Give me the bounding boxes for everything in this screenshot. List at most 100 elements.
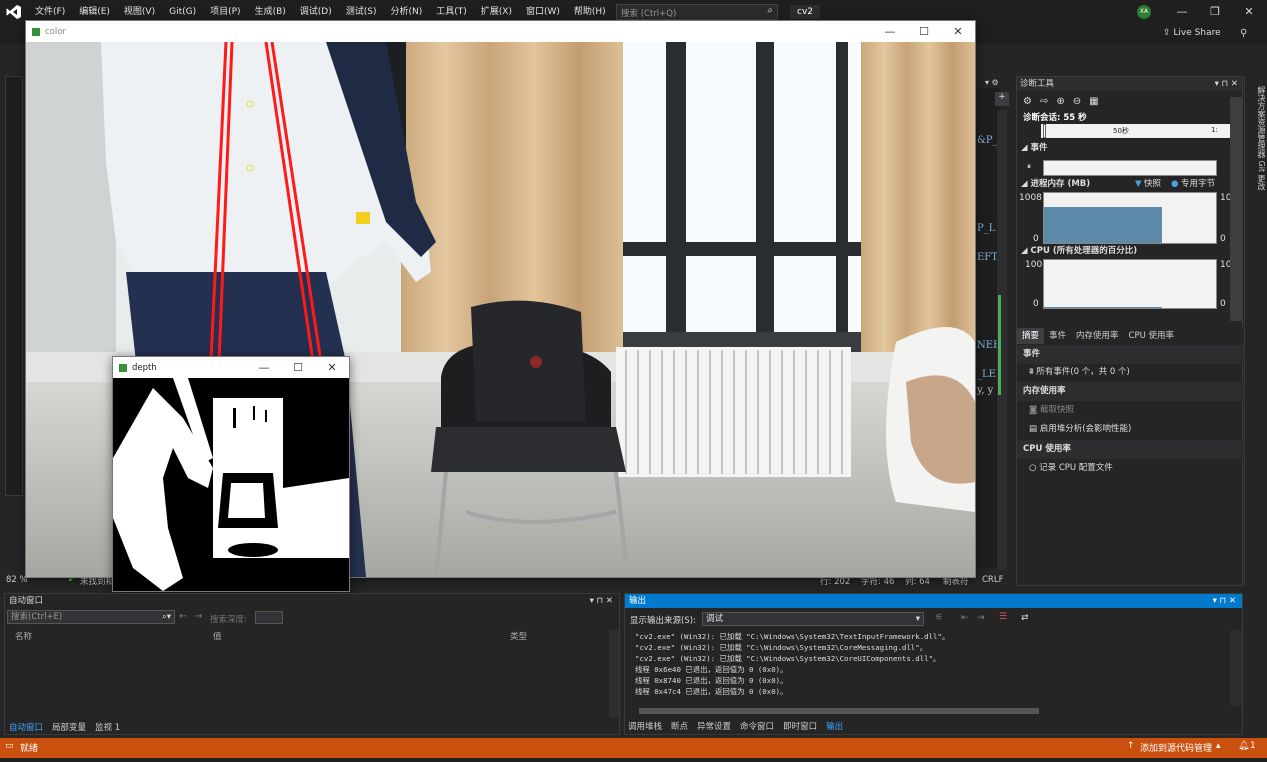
search-icon: ⌕ xyxy=(767,5,773,16)
output-scrollbar-h[interactable] xyxy=(639,708,1039,714)
add-to-source-control[interactable]: 添加到源代码管理 xyxy=(1140,741,1212,754)
search-depth-select[interactable] xyxy=(255,611,283,624)
find-message-icon[interactable]: ⚟ xyxy=(935,613,943,623)
timeline-ruler[interactable]: 50秒 1: xyxy=(1041,124,1236,138)
output-source-select[interactable]: 调试 ▾ xyxy=(702,612,924,626)
tab-command-window[interactable]: 命令窗口 xyxy=(740,720,774,732)
live-share-button[interactable]: ⇪ Live Share xyxy=(1163,28,1221,38)
zoom-out-icon[interactable]: ⊖ xyxy=(1073,96,1081,107)
reset-zoom-icon[interactable]: ▦ xyxy=(1089,96,1098,107)
live-share-label: Live Share xyxy=(1173,28,1221,38)
feedback-icon[interactable]: ⚲ xyxy=(1240,28,1247,39)
take-snapshot-text: 截取快照 xyxy=(1039,405,1074,415)
maximize-icon[interactable]: ☐ xyxy=(907,21,941,42)
split-editor-icon[interactable]: + xyxy=(995,92,1009,106)
summary-events-header: 事件 xyxy=(1017,345,1244,364)
back-arrow-icon[interactable]: ← xyxy=(179,611,187,622)
snapshot-legend: 快照 xyxy=(1144,179,1162,189)
export-icon[interactable]: ⇨ xyxy=(1040,96,1048,107)
tab-output[interactable]: 输出 xyxy=(826,720,843,732)
tab-summary[interactable]: 摘要 xyxy=(1017,328,1045,344)
clear-all-icon[interactable]: ☰ xyxy=(999,612,1007,622)
color-window-titlebar[interactable]: color — ☐ ✕ xyxy=(26,21,975,42)
editor-dropdown-icon[interactable]: ▾ ⚙ xyxy=(985,78,999,87)
autos-title: 自动窗口 xyxy=(9,596,44,606)
tab-cpu-usage[interactable]: CPU 使用率 xyxy=(1124,328,1180,344)
chevron-down-icon: ▾ xyxy=(915,614,920,624)
col-type-header[interactable]: 类型 xyxy=(510,630,527,642)
status-bar: ▭ 就绪 ↑ 添加到源代码管理 ▴ 🔔︎ 1 xyxy=(0,738,1267,758)
minimize-icon[interactable]: — xyxy=(1167,0,1197,24)
tab-memory-usage[interactable]: 内存使用率 xyxy=(1071,328,1124,344)
diagnostic-scrollbar[interactable] xyxy=(1230,97,1242,321)
panel-controls-icon[interactable]: ▾ ⊓ ✕ xyxy=(1215,77,1238,91)
diagnostic-tools-title-text: 诊断工具 xyxy=(1020,79,1055,89)
right-tool-rail[interactable]: 解决方案资源管理器 Git 更改 xyxy=(1244,76,1267,586)
timeline-start-handle[interactable] xyxy=(1043,124,1046,138)
restore-icon[interactable]: ❐ xyxy=(1200,0,1230,24)
search-icon: ⌕▾ xyxy=(161,612,171,622)
memory-chart[interactable] xyxy=(1043,192,1217,244)
minimize-icon[interactable]: — xyxy=(247,357,281,378)
heap-analysis-button[interactable]: ▤ 启用堆分析(会影响性能) xyxy=(1017,420,1244,439)
search-input[interactable]: 搜索 (Ctrl+Q) ⌕ xyxy=(616,4,778,20)
tab-exception-settings[interactable]: 异常设置 xyxy=(697,720,731,732)
timeline-label: 50秒 xyxy=(1113,127,1129,135)
col-name-header[interactable]: 名称 xyxy=(15,630,32,642)
word-wrap-icon[interactable]: ⇄ xyxy=(1021,613,1029,623)
tab-call-stack[interactable]: 调用堆栈 xyxy=(628,720,662,732)
autos-search-input[interactable]: 搜索(Ctrl+E) ⌕▾ xyxy=(7,610,175,624)
close-icon[interactable]: ✕ xyxy=(315,357,349,378)
close-icon[interactable]: ✕ xyxy=(1234,0,1264,24)
tab-locals[interactable]: 局部变量 xyxy=(52,721,86,733)
zoom-in-icon[interactable]: ⊕ xyxy=(1056,96,1064,107)
notification-count[interactable]: 1 xyxy=(1250,741,1256,751)
output-scrollbar-v[interactable] xyxy=(1230,630,1242,706)
col-value-header[interactable]: 值 xyxy=(213,630,222,642)
code-fragment: _LE xyxy=(977,369,996,380)
memory-usage-bar xyxy=(1044,207,1162,243)
tab-immediate-window[interactable]: 即时窗口 xyxy=(783,720,817,732)
record-cpu-button[interactable]: ○ 记录 CPU 配置文件 xyxy=(1017,459,1244,478)
tab-autos[interactable]: 自动窗口 xyxy=(9,721,43,733)
memory-section-header[interactable]: ◢ 进程内存 (MB) ▼ 快照 ● 专用字节 xyxy=(1017,178,1244,191)
cpu-chart[interactable] xyxy=(1043,259,1217,309)
settings-icon[interactable]: ⚙ xyxy=(1023,96,1032,107)
prev-message-icon[interactable]: ⇤ xyxy=(961,613,969,623)
maximize-icon[interactable]: ☐ xyxy=(281,357,315,378)
opencv-window-icon xyxy=(119,363,127,372)
cpu-section-header[interactable]: ◢ CPU (所有处理器的百分比) xyxy=(1017,245,1244,258)
tab-breakpoints[interactable]: 断点 xyxy=(671,720,688,732)
output-line: 线程 0x8740 已退出，返回值为 0 (0x0)。 xyxy=(635,676,788,685)
take-snapshot-button[interactable]: ◙ 截取快照 xyxy=(1017,401,1244,420)
depth-window[interactable]: depth — ☐ ✕ xyxy=(112,356,350,592)
autos-title-bar: 自动窗口 ▾ ⊓ ✕ xyxy=(5,594,619,608)
all-events-text: 所有事件(0 个，共 0 个) xyxy=(1036,367,1130,377)
next-message-icon[interactable]: ⇥ xyxy=(977,613,985,623)
panel-controls-icon[interactable]: ▾ ⊓ ✕ xyxy=(1213,594,1236,608)
panel-controls-icon[interactable]: ▾ ⊓ ✕ xyxy=(590,594,613,608)
heap-analysis-text: 启用堆分析(会影响性能) xyxy=(1039,424,1132,434)
private-bytes-legend-icon: ● xyxy=(1171,179,1179,189)
all-events-link[interactable]: ⩩ 所有事件(0 个，共 0 个) xyxy=(1017,363,1244,382)
avatar[interactable]: XA xyxy=(1137,5,1151,19)
eol-indicator[interactable]: CRLF xyxy=(982,575,1003,585)
autos-panel: 自动窗口 ▾ ⊓ ✕ 搜索(Ctrl+E) ⌕▾ ← → 搜索深度: 名称 值 … xyxy=(4,593,620,735)
search-placeholder: 搜索 (Ctrl+Q) xyxy=(621,9,677,19)
tab-events[interactable]: 事件 xyxy=(1044,328,1071,344)
output-source-label: 显示输出来源(S): xyxy=(630,616,696,626)
chevron-up-icon[interactable]: ▴ xyxy=(1216,741,1221,751)
depth-window-titlebar[interactable]: depth — ☐ ✕ xyxy=(113,357,349,378)
close-icon[interactable]: ✕ xyxy=(941,21,975,42)
bell-icon[interactable]: 🔔︎ xyxy=(1238,741,1249,751)
color-window-title: color xyxy=(45,26,66,37)
events-section-header[interactable]: ◢ 事件 xyxy=(1017,142,1242,155)
heap-icon: ▤ xyxy=(1029,424,1038,434)
visual-studio-logo-icon[interactable] xyxy=(0,0,28,24)
tab-watch-1[interactable]: 监视 1 xyxy=(95,721,120,733)
mem-axis-max: 1008 xyxy=(1019,193,1042,203)
autos-scrollbar[interactable] xyxy=(609,630,619,718)
minimize-icon[interactable]: — xyxy=(873,21,907,42)
forward-arrow-icon[interactable]: → xyxy=(194,611,202,622)
output-line: 线程 0x47c4 已退出，返回值为 0 (0x0)。 xyxy=(635,687,788,696)
